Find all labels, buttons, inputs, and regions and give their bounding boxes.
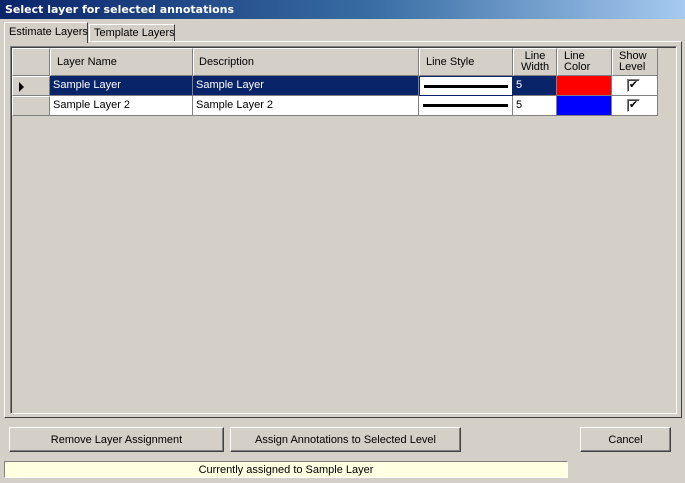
cell-description[interactable]: Sample Layer 2	[193, 96, 419, 116]
cell-line-width[interactable]: 5	[513, 76, 557, 96]
cell-line-color[interactable]	[557, 76, 612, 96]
layers-grid[interactable]: Layer Name Description Line Style Line W…	[10, 46, 677, 414]
column-header-description[interactable]: Description	[193, 48, 419, 76]
cell-show-level[interactable]: ✔	[612, 96, 658, 116]
cell-layer-name[interactable]: Sample Layer	[50, 76, 193, 96]
row-pointer-icon	[19, 82, 24, 92]
column-header-line-width-bottom: Width	[520, 61, 550, 73]
cell-line-style[interactable]	[419, 76, 513, 96]
cell-line-width[interactable]: 5	[513, 96, 557, 116]
cancel-button[interactable]: Cancel	[580, 427, 671, 452]
status-bar: Currently assigned to Sample Layer	[4, 461, 568, 478]
tab-estimate-layers[interactable]: Estimate Layers	[4, 22, 88, 43]
window-title: Select layer for selected annotations	[0, 0, 685, 19]
remove-layer-assignment-button[interactable]: Remove Layer Assignment	[9, 427, 224, 452]
line-style-preview	[423, 104, 508, 107]
column-header-show-level[interactable]: Show Level	[612, 48, 658, 76]
cell-line-style[interactable]	[419, 96, 513, 116]
row-header[interactable]	[12, 96, 50, 116]
assign-annotations-button[interactable]: Assign Annotations to Selected Level	[230, 427, 461, 452]
column-header-line-color-bottom: Color	[564, 61, 591, 73]
line-style-preview	[424, 85, 508, 88]
cell-line-color[interactable]	[557, 96, 612, 116]
cell-description[interactable]: Sample Layer	[193, 76, 419, 96]
column-header-line-width[interactable]: Line Width	[513, 48, 557, 76]
cell-show-level[interactable]: ✔	[612, 76, 658, 96]
column-header-show-level-bottom: Level	[619, 61, 646, 73]
cell-layer-name[interactable]: Sample Layer 2	[50, 96, 193, 116]
tab-template-layers[interactable]: Template Layers	[89, 24, 175, 42]
checkbox-checked-icon[interactable]: ✔	[627, 99, 640, 112]
checkbox-checked-icon[interactable]: ✔	[627, 79, 640, 92]
row-header-corner	[12, 48, 50, 76]
column-header-layer-name[interactable]: Layer Name	[50, 48, 193, 76]
tab-panel: Layer Name Description Line Style Line W…	[4, 41, 682, 418]
column-header-line-color[interactable]: Line Color	[557, 48, 612, 76]
column-header-line-style[interactable]: Line Style	[419, 48, 513, 76]
row-header[interactable]	[12, 76, 50, 96]
